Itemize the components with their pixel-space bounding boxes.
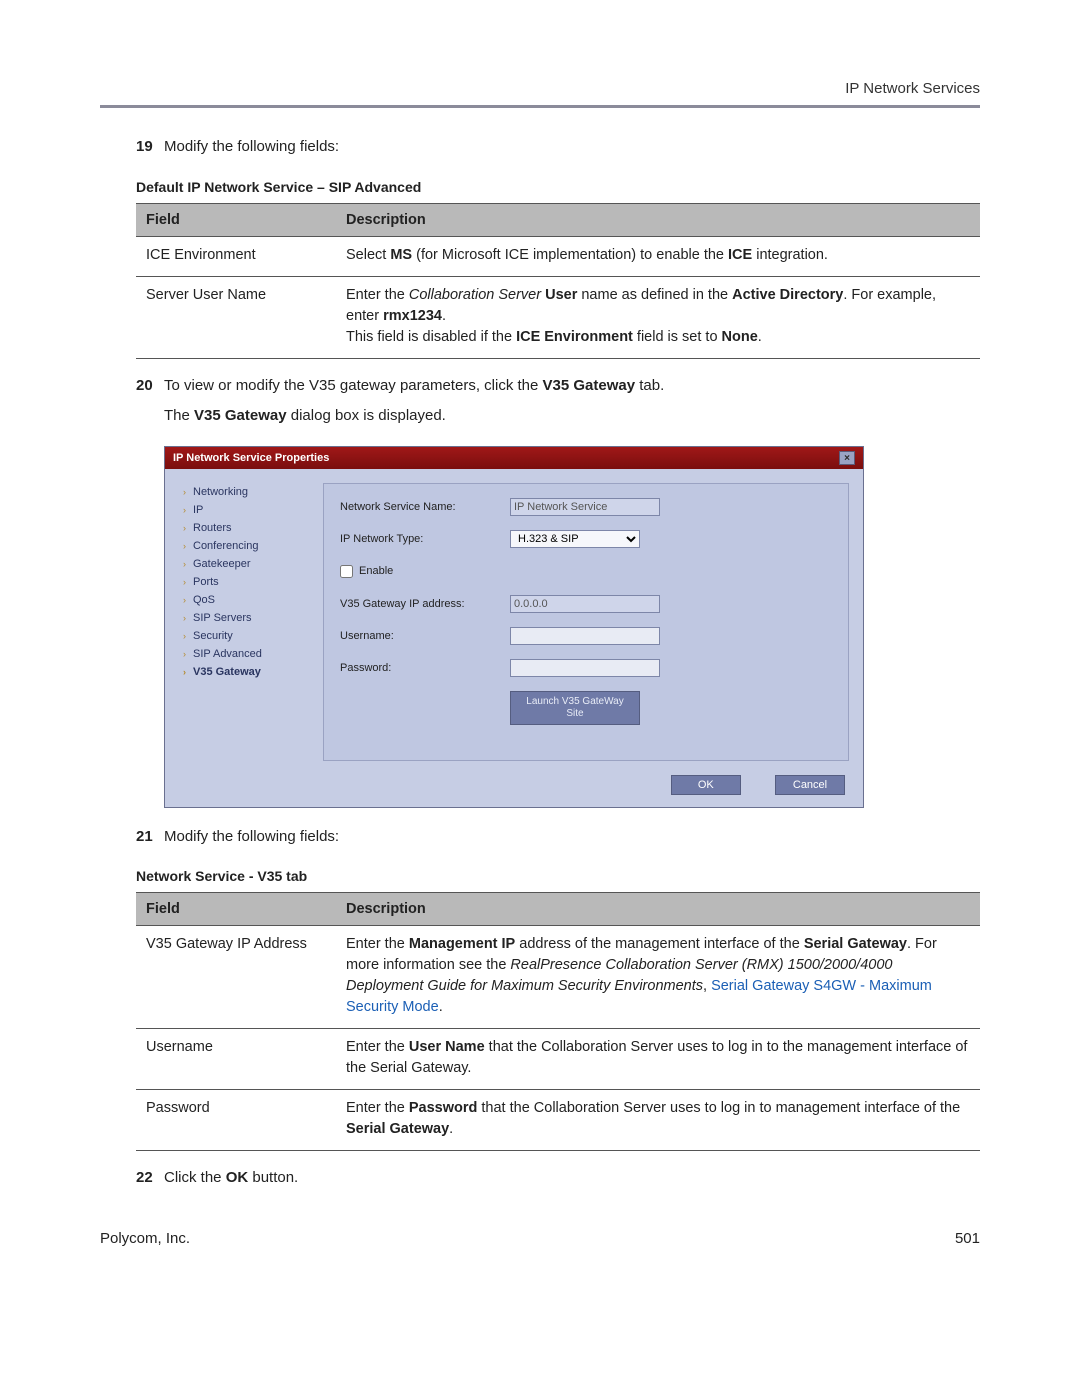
dialog-titlebar: IP Network Service Properties × <box>165 447 863 469</box>
step-22: 22 Click the OK button. <box>136 1167 980 1190</box>
nav-conferencing[interactable]: ›Conferencing <box>179 537 309 555</box>
dialog-form: Network Service Name: IP Network Type: H… <box>323 483 849 761</box>
nav-v35-gateway[interactable]: ›V35 Gateway <box>179 663 309 681</box>
ok-button[interactable]: OK <box>671 775 741 795</box>
table-row: V35 Gateway IP Address Enter the Managem… <box>136 926 980 1029</box>
input-v35-ip[interactable] <box>510 595 660 613</box>
col-description: Description <box>336 203 980 236</box>
cell-field: Password <box>136 1090 336 1151</box>
close-icon[interactable]: × <box>839 451 855 465</box>
step-19: 19 Modify the following fields: <box>136 136 980 159</box>
cell-field: Username <box>136 1029 336 1090</box>
col-description: Description <box>336 893 980 926</box>
nav-sip-servers[interactable]: ›SIP Servers <box>179 609 309 627</box>
step-number: 19 <box>136 136 164 159</box>
header-rule <box>100 105 980 108</box>
checkbox-enable[interactable] <box>340 565 353 578</box>
step-21: 21 Modify the following fields: <box>136 826 980 849</box>
cell-desc: Enter the Management IP address of the m… <box>336 926 980 1029</box>
step-number: 22 <box>136 1167 164 1190</box>
nav-gatekeeper[interactable]: ›Gatekeeper <box>179 555 309 573</box>
label-enable: Enable <box>359 565 393 577</box>
label-v35-ip: V35 Gateway IP address: <box>340 598 510 610</box>
table-row: ICE Environment Select MS (for Microsoft… <box>136 236 980 276</box>
cell-desc: Select MS (for Microsoft ICE implementat… <box>336 236 980 276</box>
table-row: Password Enter the Password that the Col… <box>136 1090 980 1151</box>
dialog-title-text: IP Network Service Properties <box>173 452 329 464</box>
cell-field: V35 Gateway IP Address <box>136 926 336 1029</box>
col-field: Field <box>136 893 336 926</box>
col-field: Field <box>136 203 336 236</box>
cancel-button[interactable]: Cancel <box>775 775 845 795</box>
table-row: Server User Name Enter the Collaboration… <box>136 276 980 358</box>
nav-sip-advanced[interactable]: ›SIP Advanced <box>179 645 309 663</box>
step-text: To view or modify the V35 gateway parame… <box>164 375 980 398</box>
cell-desc: Enter the User Name that the Collaborati… <box>336 1029 980 1090</box>
cell-field: ICE Environment <box>136 236 336 276</box>
nav-security[interactable]: ›Security <box>179 627 309 645</box>
table-row: Username Enter the User Name that the Co… <box>136 1029 980 1090</box>
step-text: Modify the following fields: <box>164 136 980 159</box>
cell-field: Server User Name <box>136 276 336 358</box>
footer-left: Polycom, Inc. <box>100 1230 190 1247</box>
page-footer: Polycom, Inc. 501 <box>100 1230 980 1247</box>
nav-ports[interactable]: ›Ports <box>179 573 309 591</box>
input-service-name <box>510 498 660 516</box>
table-v35: Field Description V35 Gateway IP Address… <box>136 892 980 1151</box>
label-password: Password: <box>340 662 510 674</box>
select-network-type[interactable]: H.323 & SIP <box>510 530 640 548</box>
step-number: 20 <box>136 375 164 398</box>
step-20-sub: The V35 Gateway dialog box is displayed. <box>164 405 980 428</box>
page-header-section: IP Network Services <box>100 80 980 105</box>
table2-title: Network Service - V35 tab <box>136 868 980 884</box>
input-password[interactable] <box>510 659 660 677</box>
dialog-screenshot: IP Network Service Properties × ›Network… <box>164 446 864 808</box>
label-network-type: IP Network Type: <box>340 533 510 545</box>
dialog-nav: ›Networking ›IP ›Routers ›Conferencing ›… <box>179 483 309 761</box>
nav-routers[interactable]: ›Routers <box>179 519 309 537</box>
step-text: Click the OK button. <box>164 1167 980 1190</box>
cell-desc: Enter the Collaboration Server User name… <box>336 276 980 358</box>
table-sip-advanced: Field Description ICE Environment Select… <box>136 203 980 359</box>
footer-right: 501 <box>955 1230 980 1247</box>
launch-v35-button[interactable]: Launch V35 GateWay Site <box>510 691 640 725</box>
cell-desc: Enter the Password that the Collaboratio… <box>336 1090 980 1151</box>
step-text: Modify the following fields: <box>164 826 980 849</box>
step-20: 20 To view or modify the V35 gateway par… <box>136 375 980 398</box>
nav-ip[interactable]: ›IP <box>179 501 309 519</box>
nav-networking[interactable]: ›Networking <box>179 483 309 501</box>
table1-title: Default IP Network Service – SIP Advance… <box>136 179 980 195</box>
input-username[interactable] <box>510 627 660 645</box>
label-service-name: Network Service Name: <box>340 501 510 513</box>
nav-qos[interactable]: ›QoS <box>179 591 309 609</box>
step-number: 21 <box>136 826 164 849</box>
label-username: Username: <box>340 630 510 642</box>
